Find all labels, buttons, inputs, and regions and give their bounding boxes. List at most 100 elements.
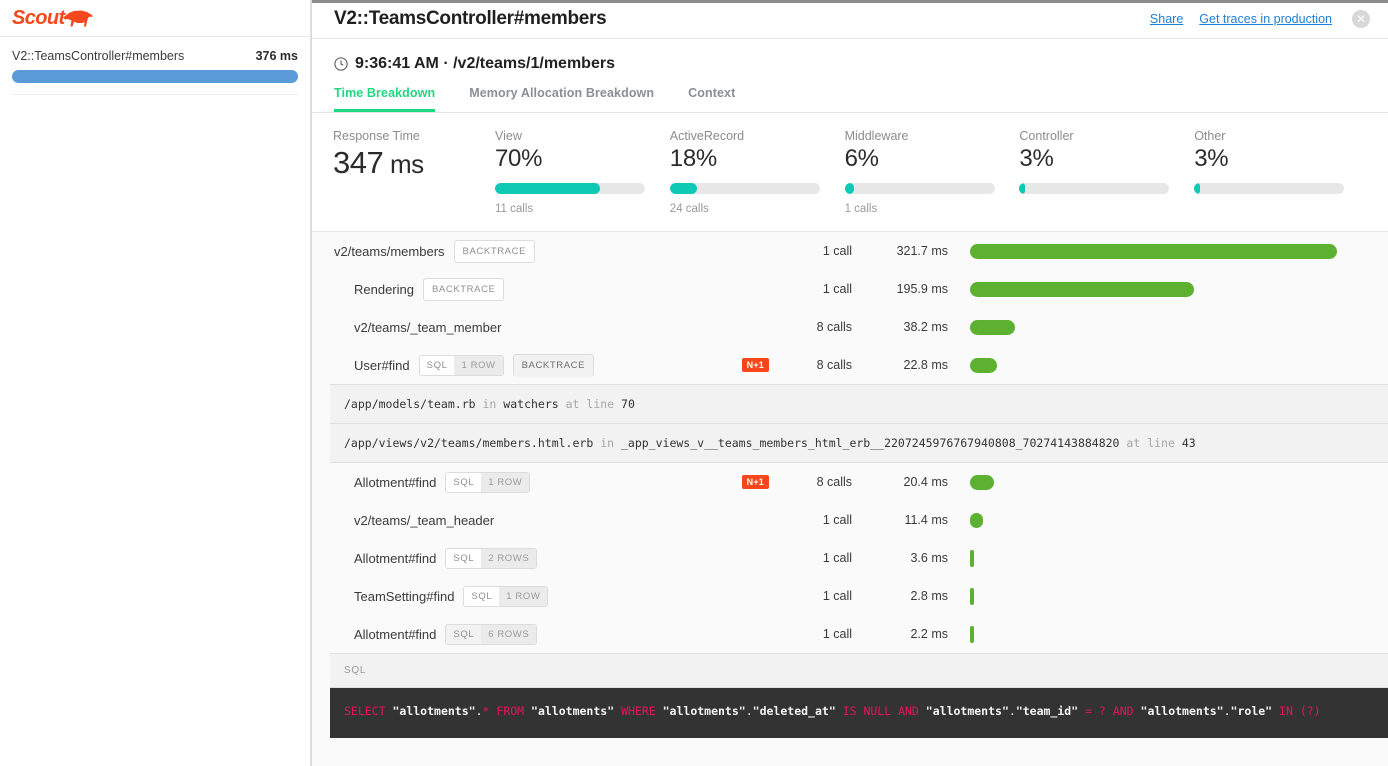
trace-row-calls: 1 call (822, 589, 852, 603)
share-link[interactable]: Share (1150, 12, 1183, 26)
trace-row-name: Allotment#find (354, 550, 437, 566)
trace-row-bar-cell (948, 625, 1378, 643)
metric-track (844, 183, 995, 194)
sql-pill-label: SQL (419, 355, 455, 375)
tab-bar: Time Breakdown Memory Allocation Breakdo… (312, 73, 1388, 113)
panel-top-edge (312, 0, 1388, 3)
header-actions: Share Get traces in production ✕ (1150, 10, 1370, 28)
trace-row-time: 2.8 ms (910, 589, 948, 603)
metric-track (1194, 183, 1345, 194)
trace-row[interactable]: Allotment#find SQL 6 ROWS 1 call 2.2 ms (312, 615, 1388, 653)
trace-row[interactable]: Allotment#find SQL 1 ROW N+1 8 calls 20.4 ms (312, 463, 1388, 501)
tab-memory-allocation-breakdown[interactable]: Memory Allocation Breakdown (469, 86, 654, 112)
metric-fill (844, 183, 854, 194)
get-traces-in-production-link[interactable]: Get traces in production (1199, 12, 1332, 26)
trace-row-name: v2/teams/members (334, 243, 445, 259)
sql-pill[interactable]: SQL 1 ROW (418, 354, 504, 376)
sql-pill[interactable]: SQL 2 ROWS (445, 547, 538, 569)
metric-other: Other 3% (1183, 129, 1358, 215)
divider (12, 94, 298, 95)
trace-row-calls: 1 call (822, 513, 852, 527)
trace-row-bar-cell (948, 549, 1378, 567)
trace-row[interactable]: v2/teams/_team_header 1 call 11.4 ms (312, 501, 1388, 539)
trace-row-time: 20.4 ms (903, 475, 948, 489)
metric-calls: 11 calls (495, 203, 534, 215)
trace-detail-panel: V2::TeamsController#members Share Get tr… (311, 0, 1388, 766)
trace-row-bar-cell (948, 243, 1378, 259)
backtrace-method: watchers (503, 397, 559, 411)
backtrace-line[interactable]: /app/views/v2/teams/members.html.erb in … (330, 424, 1388, 462)
backtrace-line-number: 43 (1181, 436, 1196, 450)
trace-row[interactable]: Allotment#find SQL 2 ROWS 1 call 3.6 ms (312, 539, 1388, 577)
trace-row-bar-cell (948, 587, 1378, 605)
trace-row[interactable]: v2/teams/members BACKTRACE 1 call 321.7 ms (312, 232, 1388, 270)
sql-query-text: SELECT "allotments".* FROM "allotments" … (330, 688, 1388, 738)
page-title: V2::TeamsController#members (334, 8, 607, 29)
sidebar-trace-item[interactable]: V2::TeamsController#members 376 ms (0, 37, 310, 95)
trace-row-bar-cell (948, 319, 1378, 335)
trace-row-bar-cell (948, 512, 1378, 528)
trace-row-time: 3.6 ms (910, 551, 948, 565)
trace-row[interactable]: v2/teams/_team_member 8 calls 38.2 ms (312, 308, 1388, 346)
metric-label: Middleware (844, 129, 909, 143)
trace-row-bar (970, 281, 1195, 297)
metric-value: 3% (1194, 145, 1229, 172)
backtrace-in-keyword: in (482, 397, 497, 411)
sql-pill[interactable]: SQL 1 ROW (463, 585, 549, 607)
backtrace-button[interactable]: BACKTRACE (453, 239, 536, 263)
sql-detail-tab[interactable]: SQL (330, 654, 1388, 688)
trace-row-bar (970, 512, 984, 528)
sql-pill[interactable]: SQL 6 ROWS (445, 623, 538, 645)
sql-pill-label: SQL (446, 624, 482, 644)
trace-row-bar (970, 625, 974, 643)
trace-row-bar-cell (948, 281, 1378, 297)
backtrace-path: /app/views/v2/teams/members.html.erb (344, 436, 594, 450)
metric-track (495, 183, 645, 194)
trace-row-bar (970, 474, 994, 490)
trace-row-name: Allotment#find (354, 626, 437, 642)
trace-row-time: 38.2 ms (903, 320, 948, 334)
backtrace-line[interactable]: /app/models/team.rb in watchers at line … (330, 385, 1388, 424)
backtrace-button[interactable]: BACKTRACE (512, 353, 595, 377)
trace-row-time: 195.9 ms (896, 282, 948, 296)
metric-label: Controller (1019, 129, 1074, 143)
trace-row-bar-cell (948, 357, 1378, 373)
sql-pill[interactable]: SQL 1 ROW (445, 471, 531, 493)
sql-pill-rows: 1 ROW (499, 586, 548, 606)
metric-fill (669, 183, 697, 194)
clock-icon (334, 57, 348, 71)
app-root: Mac&c Question Digest em Today Peopl Her… (0, 0, 1388, 766)
trace-row[interactable]: User#find SQL 1 ROW BACKTRACE N+1 8 calls 22.8… (312, 346, 1388, 384)
response-time-unit: ms (383, 149, 424, 179)
metric-value: 70% (495, 145, 543, 172)
backtrace-button[interactable]: BACKTRACE (423, 277, 505, 301)
metric-controller: Controller 3% (1008, 129, 1183, 215)
trace-row[interactable]: TeamSetting#find SQL 1 ROW 1 call 2.8 ms (312, 577, 1388, 615)
sql-pill-rows: 1 ROW (454, 355, 503, 375)
response-time-value: 347 ms (333, 145, 484, 181)
trace-row[interactable]: Rendering BACKTRACE 1 call 195.9 ms (312, 270, 1388, 308)
metric-view: View 70% 11 calls (484, 129, 659, 215)
metric-activerecord: ActiveRecord 18% 24 calls (659, 129, 834, 215)
sidebar-header: Scout (0, 0, 310, 37)
trace-row-time: 11.4 ms (904, 513, 948, 527)
tab-context[interactable]: Context (688, 86, 735, 112)
trace-meta: 9:36:41 AM · /v2/teams/1/members (312, 39, 1388, 73)
sql-detail-panel: SQL SELECT "allotments".* FROM "allotment… (330, 653, 1388, 738)
close-icon[interactable]: ✕ (1352, 10, 1370, 28)
metric-fill (1194, 183, 1201, 194)
sql-pill-label: SQL (446, 472, 482, 492)
sql-pill-rows: 1 ROW (481, 472, 530, 492)
metric-label: View (495, 129, 522, 143)
trace-row-calls: 1 call (822, 244, 852, 258)
trace-row-name: Allotment#find (354, 474, 437, 490)
backtrace-path: /app/models/team.rb (344, 397, 476, 411)
trace-rows-container[interactable]: v2/teams/members BACKTRACE 1 call 321.7 ms R… (312, 232, 1388, 766)
n-plus-one-badge: N+1 (741, 475, 769, 489)
backtrace-in-keyword: in (600, 436, 615, 450)
metric-label: Response Time (333, 129, 420, 143)
scout-logo[interactable]: Scout (12, 8, 93, 28)
metric-value: 6% (844, 145, 879, 172)
tab-time-breakdown[interactable]: Time Breakdown (334, 86, 436, 112)
panel-header: V2::TeamsController#members Share Get tr… (312, 0, 1388, 39)
